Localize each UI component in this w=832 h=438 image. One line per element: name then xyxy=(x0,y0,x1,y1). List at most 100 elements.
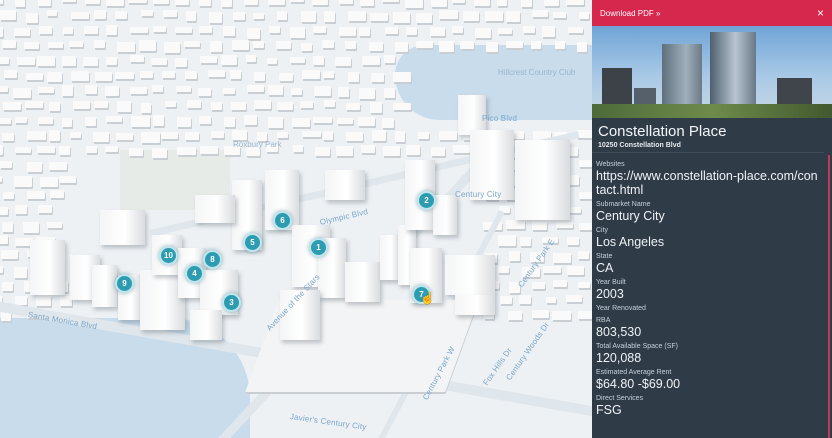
house-block xyxy=(269,26,280,34)
field-value-average-rent: $64.80 -$69.00 xyxy=(596,377,681,391)
house-block xyxy=(530,40,541,50)
house-block xyxy=(208,12,222,23)
house-block xyxy=(565,295,583,303)
house-block xyxy=(406,26,418,35)
house-block xyxy=(485,11,503,21)
map-marker-2[interactable]: 2 xyxy=(417,191,436,210)
panel-header: Download PDF » × xyxy=(592,0,832,26)
field-value-direct-services: FSG xyxy=(596,403,622,417)
house-block xyxy=(438,10,458,19)
field-value-year-built: 2003 xyxy=(596,287,624,301)
house-block xyxy=(184,131,200,141)
map-marker-9[interactable]: 9 xyxy=(115,274,134,293)
house-block xyxy=(453,145,471,154)
house-block xyxy=(542,266,561,273)
details-scrollbar[interactable] xyxy=(828,155,830,438)
house-block xyxy=(105,115,122,123)
house-block xyxy=(568,26,584,34)
house-block xyxy=(139,71,154,79)
house-block xyxy=(69,132,81,139)
house-block xyxy=(577,311,592,319)
field-label-direct-services: Direct Services xyxy=(596,395,644,402)
house-block xyxy=(208,70,225,78)
building-name: Constellation Place xyxy=(598,123,727,140)
house-block xyxy=(301,42,312,51)
house-block xyxy=(578,160,592,168)
house-block xyxy=(23,41,40,49)
street-label-century-city: Century City xyxy=(455,190,502,199)
house-block xyxy=(347,11,366,21)
house-block xyxy=(61,85,74,96)
house-block xyxy=(151,147,168,158)
house-block xyxy=(506,41,524,48)
map-view[interactable]: Hillcrest Country Club Roxbury Park Sant… xyxy=(0,0,592,438)
map-marker-5[interactable]: 5 xyxy=(243,233,262,252)
house-block xyxy=(46,221,63,229)
house-block xyxy=(0,206,9,215)
field-value-city: Los Angeles xyxy=(596,235,665,249)
map-marker-1[interactable]: 1 xyxy=(309,238,328,257)
house-block xyxy=(499,296,512,305)
house-block xyxy=(61,0,77,3)
house-block xyxy=(130,116,150,127)
street-label-pico: Pico Blvd xyxy=(482,114,518,123)
map-marker-8[interactable]: 8 xyxy=(203,250,222,269)
house-block xyxy=(14,27,30,36)
house-block xyxy=(430,0,448,7)
house-block xyxy=(299,100,314,109)
house-block xyxy=(106,56,118,66)
street-label-fox-hills: Fox Hills Dr xyxy=(481,346,514,388)
house-block xyxy=(519,237,532,247)
house-block xyxy=(141,132,160,143)
house-block xyxy=(82,57,98,67)
website-link[interactable]: https://www.constellation-place.com/cont… xyxy=(596,169,820,197)
house-block xyxy=(92,132,110,142)
house-block xyxy=(2,222,13,233)
house-block xyxy=(220,55,238,66)
house-block xyxy=(1,282,14,292)
house-block xyxy=(129,26,148,34)
house-block xyxy=(382,0,399,3)
street-label-javiers: Javier's Century City xyxy=(289,412,368,432)
map-marker-6[interactable]: 6 xyxy=(273,211,292,230)
house-block xyxy=(384,26,398,35)
house-block xyxy=(521,0,533,8)
close-icon[interactable]: × xyxy=(817,7,824,19)
house-block xyxy=(162,70,175,78)
field-label-year-renovated: Year Renovated xyxy=(596,305,646,312)
map-marker-3[interactable]: 3 xyxy=(222,293,241,312)
house-block xyxy=(16,57,36,65)
house-block xyxy=(369,102,383,114)
house-block xyxy=(26,131,46,141)
house-block xyxy=(430,27,446,36)
house-block xyxy=(71,12,89,20)
house-block xyxy=(474,27,492,39)
house-block xyxy=(552,310,571,321)
place-label-hillcrest: Hillcrest Country Club xyxy=(498,68,576,77)
map-marker-4[interactable]: 4 xyxy=(185,264,204,283)
house-block xyxy=(335,145,353,157)
house-block xyxy=(335,56,352,67)
house-block xyxy=(39,177,59,187)
details-list[interactable]: Websites https://www.constellation-place… xyxy=(592,152,824,438)
house-block xyxy=(37,116,53,124)
house-block xyxy=(383,87,396,98)
house-block xyxy=(116,132,134,140)
house-block xyxy=(254,100,271,109)
water-area xyxy=(395,45,592,120)
download-pdf-button[interactable]: Download PDF » xyxy=(600,9,660,18)
house-block xyxy=(69,41,84,48)
house-block xyxy=(0,85,8,93)
house-block xyxy=(497,265,509,273)
building xyxy=(100,210,145,245)
house-block xyxy=(324,11,336,22)
house-block xyxy=(417,132,429,140)
field-label-submarket: Submarket Name xyxy=(596,201,651,208)
house-block xyxy=(246,27,260,39)
map-marker-10[interactable]: 10 xyxy=(159,246,178,265)
house-block xyxy=(199,0,211,6)
field-label-websites: Websites xyxy=(596,161,625,168)
place-label-roxbury: Roxbury Park xyxy=(233,140,282,149)
house-block xyxy=(338,26,356,37)
house-block xyxy=(38,0,51,7)
